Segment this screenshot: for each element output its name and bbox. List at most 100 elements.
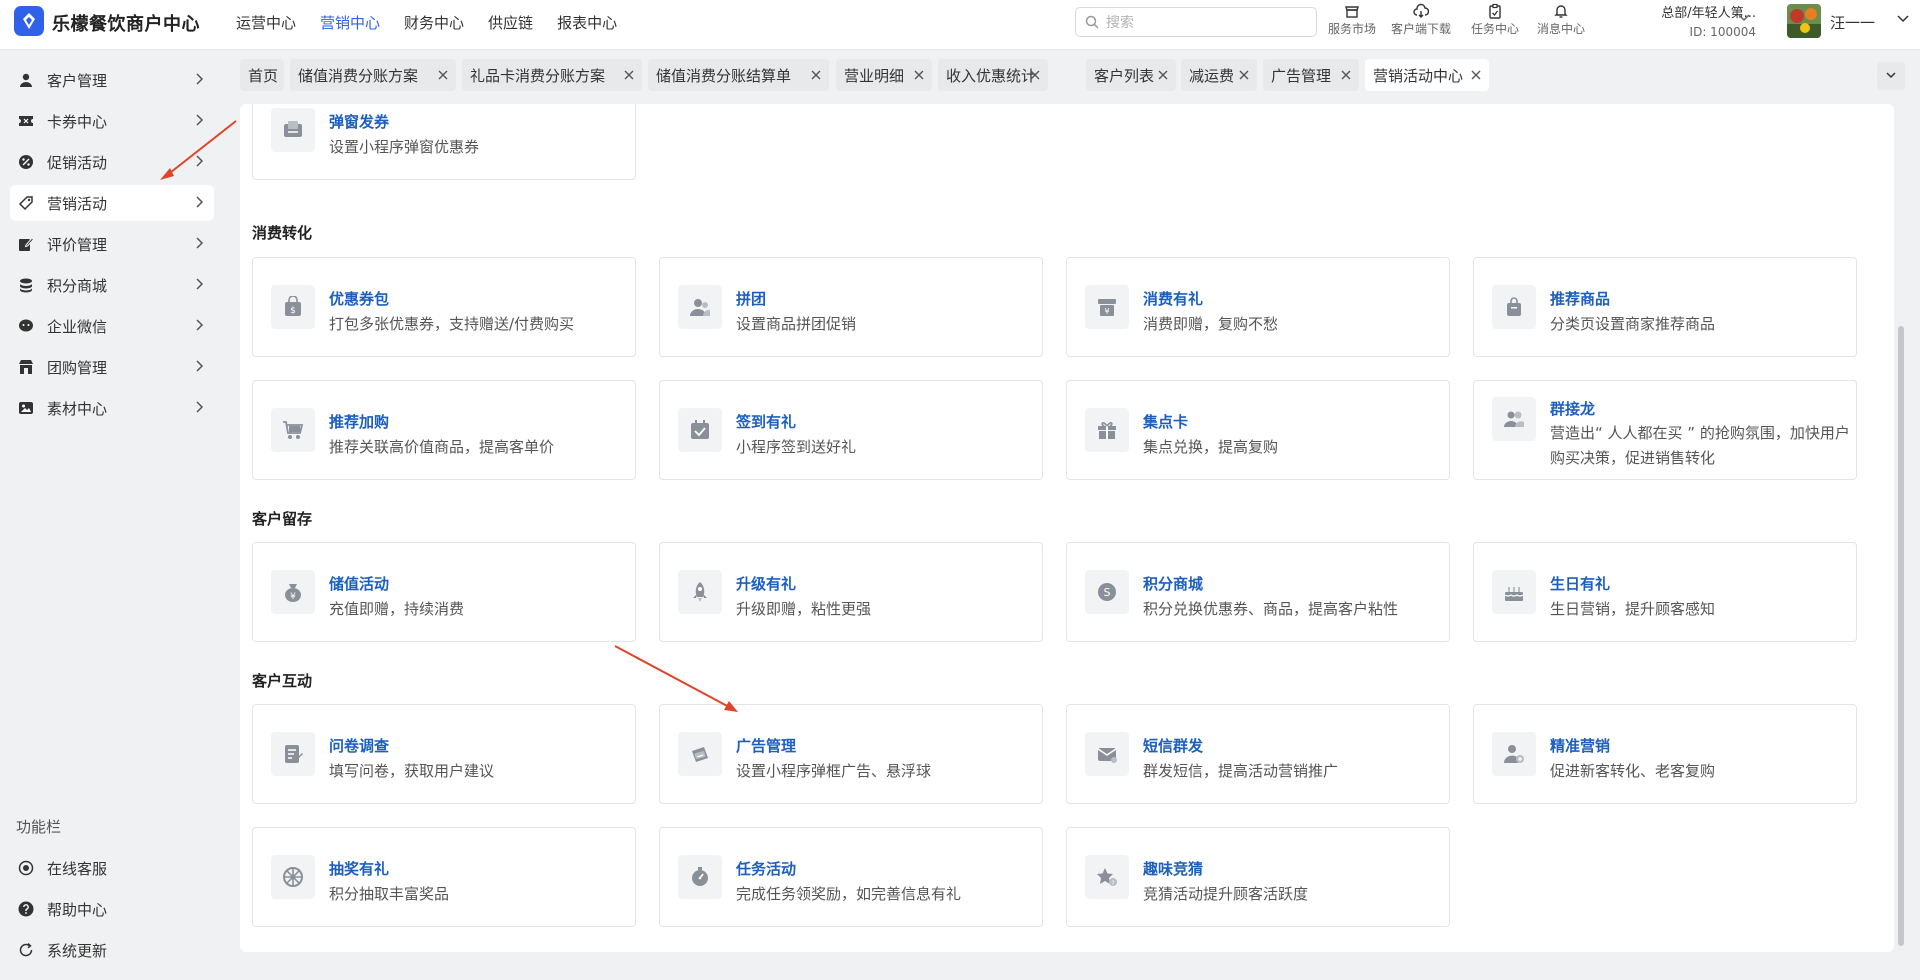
task-center-label: 任务中心 — [1470, 22, 1519, 36]
chat-icon — [19, 319, 33, 332]
sidebar-item-reviews[interactable]: 评价管理 — [10, 226, 214, 262]
tab-customer-list[interactable]: 客户列表 — [1086, 59, 1176, 91]
close-icon[interactable] — [624, 70, 634, 80]
card-recommended-products[interactable]: 推荐商品 分类页设置商家推荐商品 — [1473, 257, 1857, 357]
card-title: 优惠券包 — [329, 290, 390, 308]
card-title: 精准营销 — [1550, 737, 1611, 755]
close-icon[interactable] — [1471, 70, 1481, 80]
sidebar-item-materials[interactable]: 素材中心 — [10, 390, 214, 426]
cart-icon — [271, 408, 315, 452]
sidebar-item-group-buying[interactable]: 团购管理 — [10, 349, 214, 385]
card-birthday-gift[interactable]: 生日有礼 生日营销，提升顾客感知 — [1473, 542, 1857, 642]
card-title: 升级有礼 — [736, 575, 797, 593]
card-survey[interactable]: 问卷调查 填写问卷，获取用户建议 — [252, 704, 636, 804]
sidebar-item-online-service[interactable]: 在线客服 — [10, 850, 214, 886]
sidebar-item-label: 素材中心 — [47, 400, 108, 418]
top-nav-marketing[interactable]: 营销中心 — [320, 12, 380, 33]
top-nav-finance[interactable]: 财务中心 — [404, 12, 464, 33]
close-icon[interactable] — [1158, 70, 1168, 80]
card-desc: 积分兑换优惠券、商品，提高客户粘性 — [1143, 600, 1399, 618]
tab-marketing-activity-center[interactable]: 营销活动中心 — [1365, 59, 1489, 91]
sidebar-item-system-update[interactable]: 系统更新 — [10, 932, 214, 968]
close-icon[interactable] — [1030, 70, 1040, 80]
tab-home[interactable]: 首页 — [240, 59, 284, 91]
service-market-button[interactable]: 服务市场 — [1320, 3, 1384, 37]
avatar[interactable] — [1787, 4, 1821, 38]
sidebar-item-help-center[interactable]: 帮助中心 — [10, 891, 214, 927]
coins-icon — [20, 278, 32, 293]
card-group-buy[interactable]: 拼团 设置商品拼团促销 — [659, 257, 1043, 357]
gift-box-icon: ¥ — [1085, 285, 1129, 329]
tab-income-discount-stats[interactable]: 收入优惠统计 — [938, 59, 1048, 91]
tab-business-details[interactable]: 营业明细 — [836, 59, 932, 91]
card-coupon-package[interactable]: $ 优惠券包 打包多张优惠券，支持赠送/付费购买 — [252, 257, 636, 357]
org-id: ID: 100004 — [1689, 25, 1756, 39]
task-center-button[interactable]: 任务中心 — [1463, 3, 1527, 37]
tab-shipping-discount[interactable]: 减运费 — [1181, 59, 1257, 91]
top-nav-operations[interactable]: 运营中心 — [236, 12, 296, 33]
card-task-activity[interactable]: 任务活动 完成任务领奖励，如完善信息有礼 — [659, 827, 1043, 927]
search-input[interactable] — [1104, 11, 1308, 35]
app-logo-icon[interactable] — [14, 6, 44, 36]
chevron-right-icon — [196, 360, 204, 372]
card-group-relay[interactable]: 群接龙 营造出“ 人人都在买 ” 的抢购氛围，加快用户购买决策，促进销售转化 — [1473, 380, 1857, 480]
headset-icon — [18, 860, 34, 876]
close-icon[interactable] — [1341, 70, 1351, 80]
card-check-in-gift[interactable]: 签到有礼 小程序签到送好礼 — [659, 380, 1043, 480]
card-desc: 设置商品拼团促销 — [736, 315, 857, 333]
shop-icon — [19, 360, 33, 374]
sidebar-item-cards-coupons[interactable]: 卡券中心 — [10, 103, 214, 139]
section-title: 客户互动 — [252, 672, 313, 690]
sidebar-section-label: 功能栏 — [16, 818, 62, 836]
close-icon[interactable] — [438, 70, 448, 80]
card-title: 消费有礼 — [1143, 290, 1204, 308]
tab-stored-value-settlement[interactable]: 储值消费分账结算单 — [648, 59, 829, 91]
card-stored-value-activity[interactable]: ¥ 储值活动 充值即赠，持续消费 — [252, 542, 636, 642]
tab-label: 营业明细 — [844, 67, 905, 85]
tabs-dropdown-button[interactable] — [1877, 62, 1905, 90]
section-title: 消费转化 — [252, 224, 313, 242]
tab-stored-value-split-plan[interactable]: 储值消费分账方案 — [290, 59, 456, 91]
card-spend-gift[interactable]: ¥ 消费有礼 消费即赠，复购不愁 — [1066, 257, 1450, 357]
card-sms-broadcast[interactable]: 短信群发 群发短信，提高活动营销推广 — [1066, 704, 1450, 804]
search-box[interactable] — [1075, 7, 1317, 37]
tab-label: 首页 — [248, 67, 279, 85]
main-scrollbar-thumb[interactable] — [1898, 326, 1904, 946]
chevron-right-icon — [196, 114, 204, 126]
sidebar-item-marketing[interactable]: 营销活动 — [10, 185, 214, 221]
message-center-button[interactable]: 消息中心 — [1529, 3, 1593, 37]
chevron-down-icon[interactable] — [1738, 14, 1750, 22]
sidebar-item-enterprise-wechat[interactable]: 企业微信 — [10, 308, 214, 344]
card-recommended-add-on[interactable]: 推荐加购 推荐关联高价值商品，提高客单价 — [252, 380, 636, 480]
client-download-label: 客户端下载 — [1390, 22, 1451, 36]
chevron-down-icon[interactable] — [1897, 15, 1909, 23]
card-title: 推荐加购 — [329, 413, 390, 431]
sidebar-item-points-mall[interactable]: 积分商城 — [10, 267, 214, 303]
close-icon[interactable] — [811, 70, 821, 80]
close-icon[interactable] — [914, 70, 924, 80]
card-fun-guess[interactable]: ? 趣味竞猜 竞猜活动提升顾客活跃度 — [1066, 827, 1450, 927]
chevron-right-icon — [196, 401, 204, 413]
chevron-down-icon — [1886, 72, 1896, 79]
user-name[interactable]: 汪一一 — [1830, 12, 1875, 33]
client-download-button[interactable]: 客户端下载 — [1389, 3, 1453, 37]
tab-ad-management[interactable]: 广告管理 — [1263, 59, 1359, 91]
card-stamp-card[interactable]: 集点卡 集点兑换，提高复购 — [1066, 380, 1450, 480]
card-popup-coupon[interactable]: 弹窗发券 设置小程序弹窗优惠券 — [252, 104, 636, 180]
card-points-mall[interactable]: S 积分商城 积分兑换优惠券、商品，提高客户粘性 — [1066, 542, 1450, 642]
image-icon — [19, 402, 33, 414]
top-nav-reports[interactable]: 报表中心 — [557, 12, 617, 33]
card-ad-management[interactable]: 广告管理 设置小程序弹框广告、悬浮球 — [659, 704, 1043, 804]
tab-gift-card-split-plan[interactable]: 礼品卡消费分账方案 — [462, 59, 642, 91]
sidebar-item-label: 积分商城 — [47, 277, 108, 295]
ticket-icon — [19, 116, 33, 126]
card-upgrade-gift[interactable]: 升级有礼 升级即赠，粘性更强 — [659, 542, 1043, 642]
close-icon[interactable] — [1239, 70, 1249, 80]
card-desc: 升级即赠，粘性更强 — [736, 600, 872, 618]
org-switcher[interactable]: 总部/年轻人第... ID: 100004 — [1608, 2, 1756, 39]
top-nav-supply-chain[interactable]: 供应链 — [488, 12, 533, 33]
card-precision-marketing[interactable]: 精准营销 促进新客转化、老客复购 — [1473, 704, 1857, 804]
sidebar-item-customers[interactable]: 客户管理 — [10, 62, 214, 98]
card-lottery[interactable]: 抽奖有礼 积分抽取丰富奖品 — [252, 827, 636, 927]
sidebar-item-promotions[interactable]: 促销活动 — [10, 144, 214, 180]
